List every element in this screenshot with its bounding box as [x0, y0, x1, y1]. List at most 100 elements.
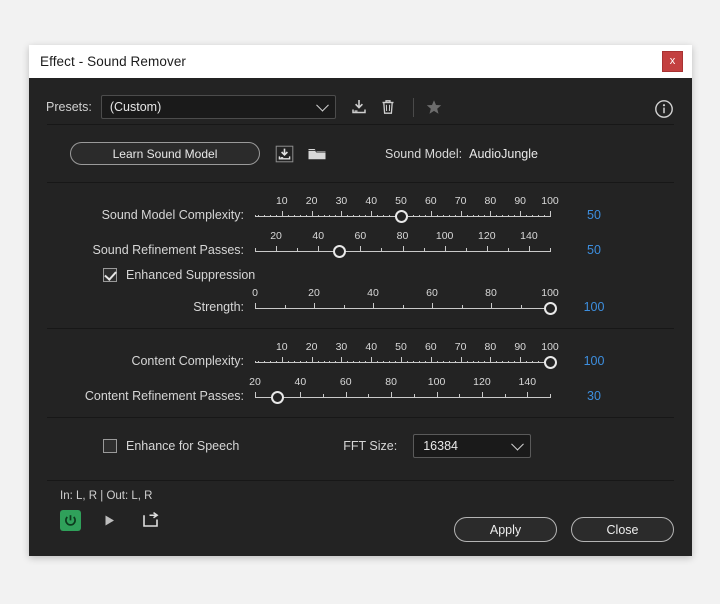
- slider-tick-label: 20: [270, 230, 282, 242]
- slider-tick-label: 140: [518, 376, 537, 388]
- slider-tick: [401, 357, 402, 363]
- slider-tick: [373, 303, 374, 309]
- slider-tick: [311, 357, 313, 363]
- slider-strength[interactable]: 0 20 40 60 80 100: [252, 287, 559, 319]
- slider-thumb-strength[interactable]: [543, 302, 557, 315]
- slider-tick-label: 40: [365, 195, 378, 207]
- slider-tick: [381, 248, 383, 252]
- save-model-icon[interactable]: [274, 144, 295, 164]
- slider-thumb-content-complexity[interactable]: [543, 356, 557, 369]
- slider-tick: [255, 394, 256, 398]
- slider-tick: [345, 392, 347, 398]
- slider-tick: [448, 214, 450, 217]
- slider-value-sound-model-complexity[interactable]: 50: [568, 208, 620, 227]
- slider-tick: [412, 214, 414, 217]
- apply-button[interactable]: Apply: [454, 517, 557, 542]
- slider-sound-model-complexity[interactable]: 10 20 30 40 50 60 70 80 90 100: [255, 195, 559, 227]
- chevron-down-icon: [511, 437, 525, 451]
- info-icon[interactable]: [654, 99, 674, 119]
- slider-tick: [389, 214, 391, 217]
- presets-row: Presets: (Custom): [29, 78, 692, 124]
- slider-tick: [508, 214, 510, 217]
- star-icon[interactable]: [423, 96, 445, 118]
- slider-tick: [269, 360, 271, 363]
- slider-value-content-complexity[interactable]: 100: [568, 354, 620, 373]
- slider-tick: [269, 214, 271, 217]
- slider-value-strength[interactable]: 100: [568, 300, 620, 319]
- slider-tick-label: 40: [312, 230, 325, 242]
- enhanced-suppression-checkbox[interactable]: [103, 268, 117, 282]
- slider-tick-label: 80: [484, 195, 497, 207]
- slider-value-content-refinement-passes[interactable]: 30: [568, 389, 620, 408]
- slider-tick: [486, 246, 488, 252]
- dialog-footer: In: L, R | Out: L, R Apply Close: [29, 480, 692, 556]
- trash-icon[interactable]: [377, 96, 399, 118]
- loop-icon[interactable]: [142, 512, 160, 529]
- slider-tick: [299, 214, 301, 217]
- chevron-down-icon: [315, 98, 329, 112]
- folder-icon[interactable]: [306, 144, 327, 164]
- slider-tick-labels: 10 20 30 40 50 60 70 80 90 100: [255, 341, 559, 355]
- slider-tick: [389, 360, 391, 363]
- power-icon[interactable]: [60, 510, 81, 531]
- play-icon[interactable]: [102, 513, 117, 528]
- slider-value-sound-refinement-passes[interactable]: 50: [568, 243, 620, 262]
- slider-tick: [335, 214, 337, 217]
- slider-label-content-refinement-passes: Content Refinement Passes:: [84, 389, 244, 403]
- slider-tick: [287, 360, 289, 363]
- slider-tick-labels: 20 40 60 80 100 120 140: [249, 376, 550, 390]
- slider-tick: [528, 246, 530, 252]
- slider-tick-label: 120: [473, 376, 491, 388]
- slider-tick: [281, 357, 283, 363]
- close-button[interactable]: Close: [571, 517, 674, 542]
- slider-tick: [353, 214, 355, 217]
- slider-tick: [371, 357, 373, 363]
- slider-tick: [507, 248, 509, 252]
- slider-tick: [514, 360, 516, 363]
- presets-dropdown[interactable]: (Custom): [100, 95, 336, 119]
- slider-tick: [371, 211, 373, 217]
- slider-content-refinement-passes[interactable]: 20 40 60 80 100 120 140: [249, 376, 551, 408]
- slider-tick: [323, 360, 325, 363]
- slider-tick-label: 80: [385, 376, 397, 388]
- slider-tick: [329, 214, 331, 217]
- slider-tick: [343, 305, 345, 309]
- fft-size-value: 16384: [423, 439, 458, 453]
- slider-thumb-sound-model-complexity[interactable]: [394, 210, 408, 223]
- slider-tick: [466, 360, 468, 363]
- title-bar: Effect - Sound Remover x: [29, 45, 692, 78]
- presets-selected-value: (Custom): [109, 100, 162, 114]
- sound-model-value: AudioJungle: [469, 146, 538, 161]
- slider-content-complexity[interactable]: 10 20 30 40 50 60 70 80 90 100: [255, 341, 559, 373]
- save-preset-icon[interactable]: [348, 96, 370, 118]
- slider-tick: [335, 360, 337, 363]
- slider-tick: [460, 357, 462, 363]
- effect-dialog-window: Effect - Sound Remover x Presets: (Custo…: [29, 45, 692, 556]
- slider-tick-labels: 0 20 40 60 80 100: [252, 287, 559, 301]
- slider-tick-label: 70: [454, 195, 467, 207]
- window-close-button[interactable]: x: [662, 51, 683, 72]
- slider-row-strength: Strength: 0 20 40 60 80 100 100: [29, 284, 692, 319]
- slider-tick: [383, 360, 385, 363]
- slider-thumb-sound-refinement-passes[interactable]: [332, 245, 346, 258]
- slider-tick-label: 60: [424, 341, 437, 353]
- slider-tick: [323, 214, 325, 217]
- slider-label-sound-model-complexity: Sound Model Complexity:: [101, 208, 244, 222]
- slider-track[interactable]: [255, 397, 550, 398]
- slider-tick: [490, 357, 492, 363]
- slider-tick-label: 20: [305, 341, 318, 353]
- slider-tick: [263, 360, 265, 363]
- learn-sound-model-button[interactable]: Learn Sound Model: [70, 142, 260, 165]
- slider-tick: [514, 214, 516, 217]
- slider-tick: [368, 394, 370, 398]
- slider-tick: [383, 214, 385, 217]
- slider-tick-label: 50: [395, 341, 407, 353]
- slider-tick: [263, 214, 265, 217]
- slider-tick: [496, 360, 498, 363]
- slider-tick-label: 40: [365, 341, 378, 353]
- slider-thumb-content-refinement-passes[interactable]: [271, 391, 285, 404]
- fft-size-dropdown[interactable]: 16384: [413, 434, 532, 458]
- slider-tick: [317, 214, 319, 217]
- enhance-for-speech-checkbox[interactable]: [103, 439, 117, 453]
- slider-sound-refinement-passes[interactable]: 20 40 60 80 100 120 140: [255, 230, 551, 262]
